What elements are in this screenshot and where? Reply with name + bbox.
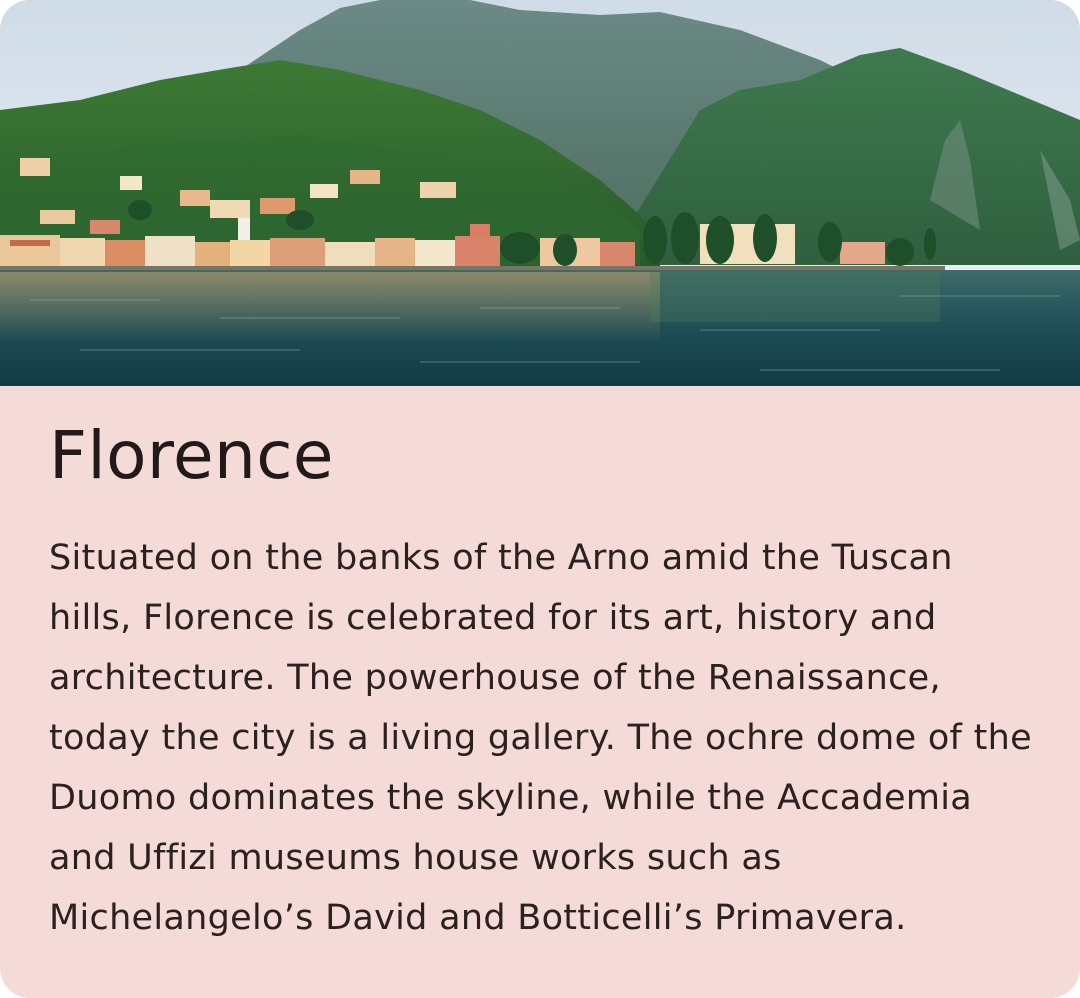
destination-card[interactable]: Florence Situated on the banks of the Ar… <box>0 0 1080 998</box>
card-description: Situated on the banks of the Arno amid t… <box>49 538 1032 938</box>
hero-image <box>0 0 1080 386</box>
card-content: Florence Situated on the banks of the Ar… <box>0 386 1080 998</box>
card-title: Florence <box>49 417 334 494</box>
